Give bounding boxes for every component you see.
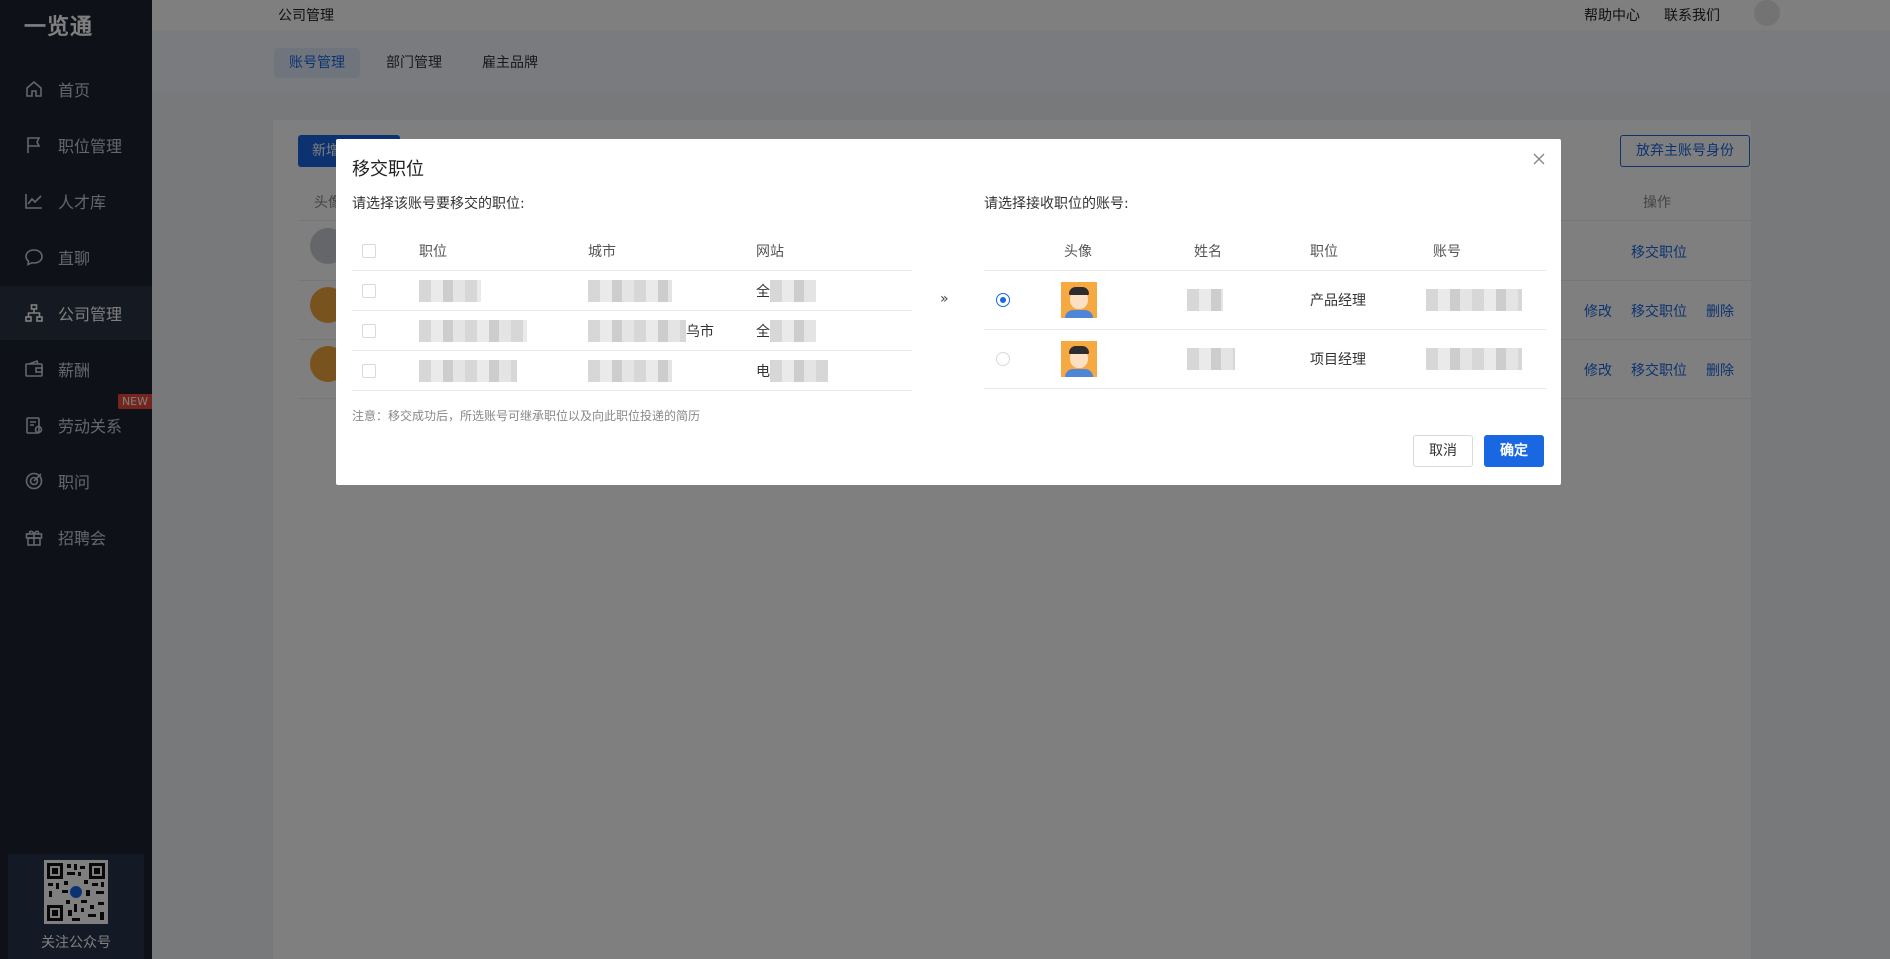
redacted-city: [588, 319, 686, 342]
table-row[interactable]: 乌市 全: [352, 311, 912, 351]
table-header: 职位 城市 网站: [352, 231, 912, 271]
avatar: [1061, 341, 1097, 377]
redacted-name: [1187, 348, 1235, 370]
left-section-label: 请选择该账号要移交的职位:: [352, 196, 525, 212]
table-row[interactable]: 全: [352, 271, 912, 311]
confirm-button[interactable]: 确定: [1484, 435, 1544, 467]
right-section-label: 请选择接收职位的账号:: [984, 196, 1129, 212]
close-icon[interactable]: [1527, 147, 1551, 171]
site-text: 全: [756, 323, 770, 340]
select-all-checkbox[interactable]: [362, 243, 376, 258]
positions-table: 职位 城市 网站 全 乌市 全 电: [352, 231, 912, 391]
column-header-position: 职位: [419, 243, 447, 260]
dialog-title: 移交职位: [352, 159, 424, 180]
table-row[interactable]: 项目经理: [984, 330, 1546, 389]
avatar: [1061, 282, 1097, 318]
table-row[interactable]: 电: [352, 351, 912, 391]
redacted-account: [1426, 348, 1522, 370]
transfer-position-dialog: 移交职位 请选择该账号要移交的职位: 请选择接收职位的账号: 职位 城市 网站 …: [336, 139, 1561, 485]
redacted-position: [419, 279, 481, 302]
column-header-avatar: 头像: [1064, 243, 1092, 260]
redacted-name: [1187, 289, 1223, 311]
redacted-position: [419, 319, 527, 342]
redacted-city: [588, 279, 672, 302]
redacted-account: [1426, 289, 1522, 311]
table-header: 头像 姓名 职位 账号: [984, 231, 1546, 271]
column-header-city: 城市: [588, 243, 616, 260]
site-text: 电: [756, 363, 770, 380]
transfer-arrow-icon: »: [940, 291, 949, 307]
transfer-note: 注意：移交成功后，所选账号可继承职位以及向此职位投递的简历: [352, 409, 701, 423]
row-checkbox[interactable]: [362, 363, 376, 378]
city-text: 乌市: [686, 323, 714, 340]
column-header-name: 姓名: [1194, 243, 1222, 260]
redacted-site: [770, 279, 816, 302]
redacted-site: [770, 319, 816, 342]
column-header-site: 网站: [756, 243, 784, 260]
position-text: 项目经理: [1310, 352, 1366, 368]
account-radio[interactable]: [996, 293, 1010, 307]
redacted-city: [588, 359, 672, 382]
column-header-position: 职位: [1310, 243, 1338, 260]
row-checkbox[interactable]: [362, 323, 376, 338]
table-row[interactable]: 产品经理: [984, 271, 1546, 330]
site-text: 全: [756, 283, 770, 300]
accounts-table: 头像 姓名 职位 账号 产品经理 项目经理: [984, 231, 1546, 391]
redacted-position: [419, 359, 517, 382]
account-radio[interactable]: [996, 352, 1010, 366]
cancel-button[interactable]: 取消: [1413, 435, 1473, 467]
redacted-site: [770, 359, 828, 382]
column-header-account: 账号: [1433, 243, 1461, 260]
row-checkbox[interactable]: [362, 283, 376, 298]
position-text: 产品经理: [1310, 293, 1366, 309]
